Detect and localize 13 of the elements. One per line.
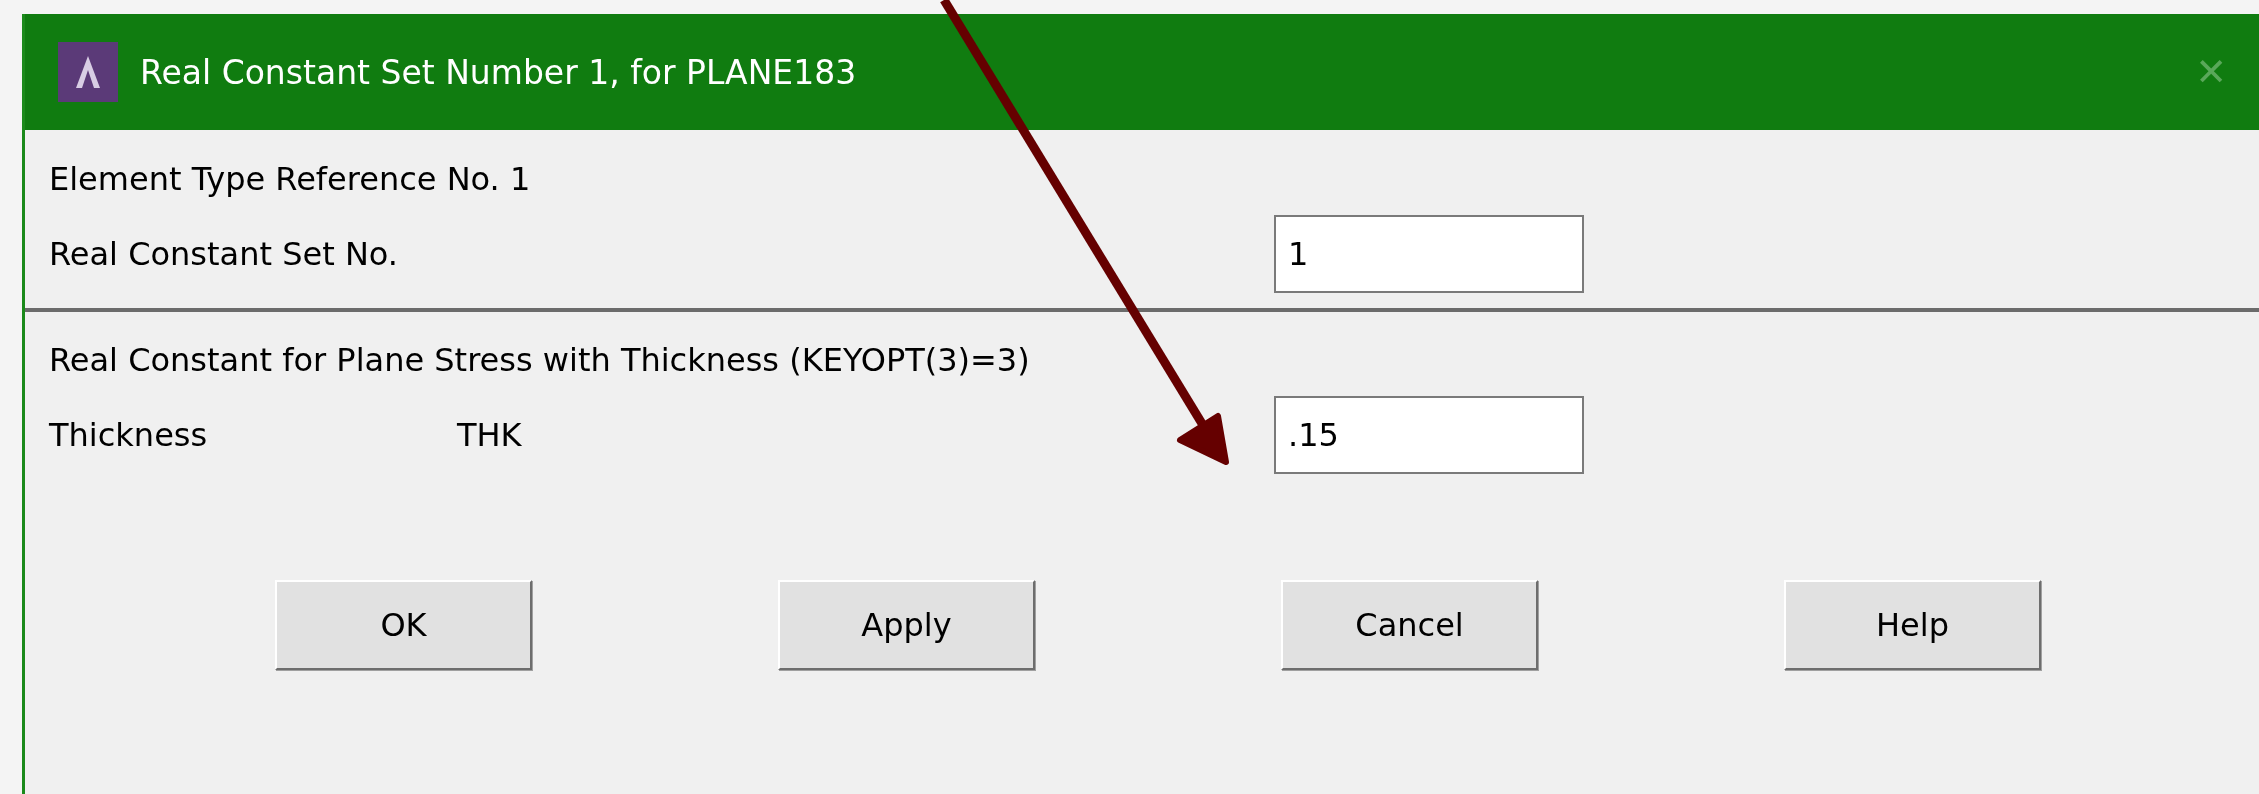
app-logo-icon (58, 42, 118, 102)
window-title: Real Constant Set Number 1, for PLANE183 (140, 52, 858, 92)
dialog-button[interactable]: OK (275, 580, 532, 670)
input-field[interactable]: .15 (1274, 396, 1584, 474)
section-title: Real Constant for Plane Stress with Thickness (KEYOPT(3)=3) (49, 341, 1030, 379)
parameter-symbol: THK (457, 416, 522, 454)
field-label: Thickness (49, 416, 209, 454)
input-field[interactable]: 1 (1274, 215, 1584, 293)
element-type-label: Element Type Reference No. 1 (49, 160, 531, 198)
dialog-button[interactable]: Help (1784, 580, 2041, 670)
field-label: Real Constant Set No. (49, 235, 399, 273)
dialog-button[interactable]: Apply (778, 580, 1035, 670)
dialog-button[interactable]: Cancel (1281, 580, 1538, 670)
